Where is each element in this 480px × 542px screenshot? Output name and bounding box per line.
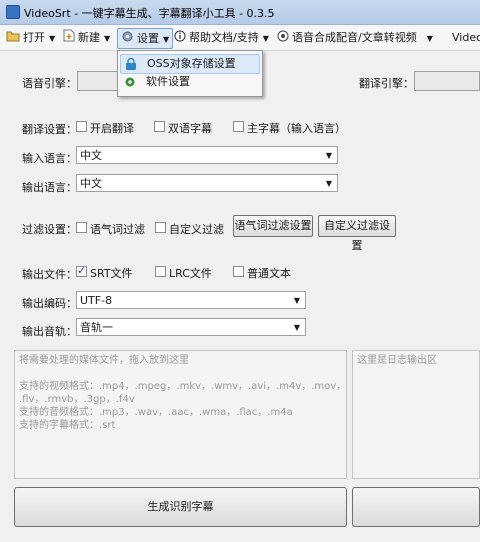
lrc-label: LRC文件 <box>169 267 212 280</box>
audio-track-label: 输出音轨： <box>22 325 77 338</box>
filler-filter-label: 语气词过滤 <box>90 223 145 236</box>
chevron-down-icon: ▼ <box>262 34 269 43</box>
filler-filter-checkbox[interactable] <box>76 222 87 233</box>
settings-dropdown: OSS对象存储设置 软件设置 <box>117 50 263 97</box>
filter-settings-label: 过滤设置： <box>22 223 77 236</box>
chevron-down-icon: ▼ <box>163 35 170 44</box>
gear-icon <box>124 76 136 94</box>
chevron-down-icon: ▼ <box>325 151 332 160</box>
srt-checkbox[interactable] <box>76 264 87 277</box>
filler-filter-settings-button[interactable]: 语气词过滤设置 <box>233 215 313 237</box>
txt-checkbox[interactable] <box>233 266 244 277</box>
custom-filter-checkbox[interactable] <box>155 222 166 233</box>
drop-area-line: 支持的视频格式：.mp4，.mpeg，.mkv，.wmv，.avi，.m4v，.… <box>19 381 347 392</box>
generate-subtitle-button[interactable]: 生成识别字幕 <box>14 487 347 527</box>
info-icon <box>174 29 186 48</box>
custom-filter-settings-button[interactable]: 自定义过滤设置 <box>318 215 396 252</box>
translate-engine-label: 翻译引擎： <box>359 77 414 90</box>
chevron-down-icon: ▼ <box>426 34 433 43</box>
gear-icon <box>121 30 134 49</box>
bilingual-label: 双语字幕 <box>168 122 212 135</box>
main-subtitle-label: 主字幕（输入语言） <box>247 122 346 135</box>
enable-translate-checkbox[interactable] <box>76 121 87 132</box>
log-output-area[interactable]: 这里是日志输出区 <box>352 350 480 479</box>
audio-icon <box>277 29 289 48</box>
title-bar: VideoSrt - 一键字幕生成、字幕翻译小工具 - 0.3.5 <box>0 0 480 25</box>
menu-item-software-settings[interactable]: 软件设置 <box>120 73 258 91</box>
menu-new[interactable]: 新建 ▼ <box>63 28 110 47</box>
drop-area-line: 支持的音频格式：.mp3，.wav，.aac，.wma，.flac，.m4a <box>19 407 293 418</box>
secondary-action-button[interactable] <box>352 487 480 527</box>
encoding-label: 输出编码： <box>22 297 77 310</box>
menu-settings[interactable]: 设置 ▼ <box>117 28 174 49</box>
bilingual-checkbox[interactable] <box>154 121 165 132</box>
lrc-checkbox[interactable] <box>155 266 166 277</box>
translate-settings-label: 翻译设置： <box>22 123 77 136</box>
app-icon <box>6 5 20 19</box>
translate-engine-select[interactable] <box>414 71 480 91</box>
enable-translate-label: 开启翻译 <box>90 122 134 135</box>
chevron-down-icon: ▼ <box>104 34 111 43</box>
new-file-icon <box>63 29 75 48</box>
menu-help[interactable]: 帮助文档/支持 ▼ <box>174 28 269 47</box>
audio-track-select[interactable]: 音轨一 ▼ <box>76 318 306 336</box>
chevron-down-icon: ▼ <box>325 179 332 188</box>
drop-area-line: 支持的字幕格式：.srt <box>19 420 116 431</box>
chevron-down-icon: ▼ <box>293 296 300 305</box>
chevron-down-icon: ▼ <box>49 34 56 43</box>
input-language-label: 输入语言： <box>22 152 77 165</box>
menu-item-oss[interactable]: OSS对象存储设置 <box>120 54 260 74</box>
output-file-label: 输出文件： <box>22 268 77 281</box>
input-language-select[interactable]: 中文 ▼ <box>76 146 338 164</box>
menu-open[interactable]: 打开 ▼ <box>6 28 55 47</box>
chevron-down-icon: ▼ <box>293 323 300 332</box>
menu-bar: 打开 ▼ 新建 ▼ 设置 ▼ 帮助文档/支持 ▼ 语音合成配音/文章转视频 ▼ Video <box>0 25 480 51</box>
output-language-select[interactable]: 中文 ▼ <box>76 174 338 192</box>
custom-filter-label: 自定义过滤 <box>169 223 224 236</box>
voice-engine-label: 语音引擎： <box>22 77 77 90</box>
menu-tts[interactable]: 语音合成配音/文章转视频 ▼ <box>277 28 433 47</box>
media-drop-area[interactable]: 将需要处理的媒体文件，拖入放到这里 支持的视频格式：.mp4，.mpeg，.mk… <box>14 350 347 479</box>
drop-area-line: 将需要处理的媒体文件，拖入放到这里 <box>19 355 189 366</box>
txt-label: 普通文本 <box>247 267 291 280</box>
folder-icon <box>6 29 20 48</box>
output-language-label: 输出语言： <box>22 181 77 194</box>
encoding-select[interactable]: UTF-8 ▼ <box>76 291 306 309</box>
drop-area-line <box>19 367 342 380</box>
main-subtitle-checkbox[interactable] <box>233 121 244 132</box>
srt-label: SRT文件 <box>90 267 133 280</box>
menu-video[interactable]: Video <box>452 28 480 47</box>
drop-area-line: .flv，.rmvb，.3gp，.f4v <box>19 394 135 405</box>
window-title: VideoSrt - 一键字幕生成、字幕翻译小工具 - 0.3.5 <box>24 7 275 20</box>
